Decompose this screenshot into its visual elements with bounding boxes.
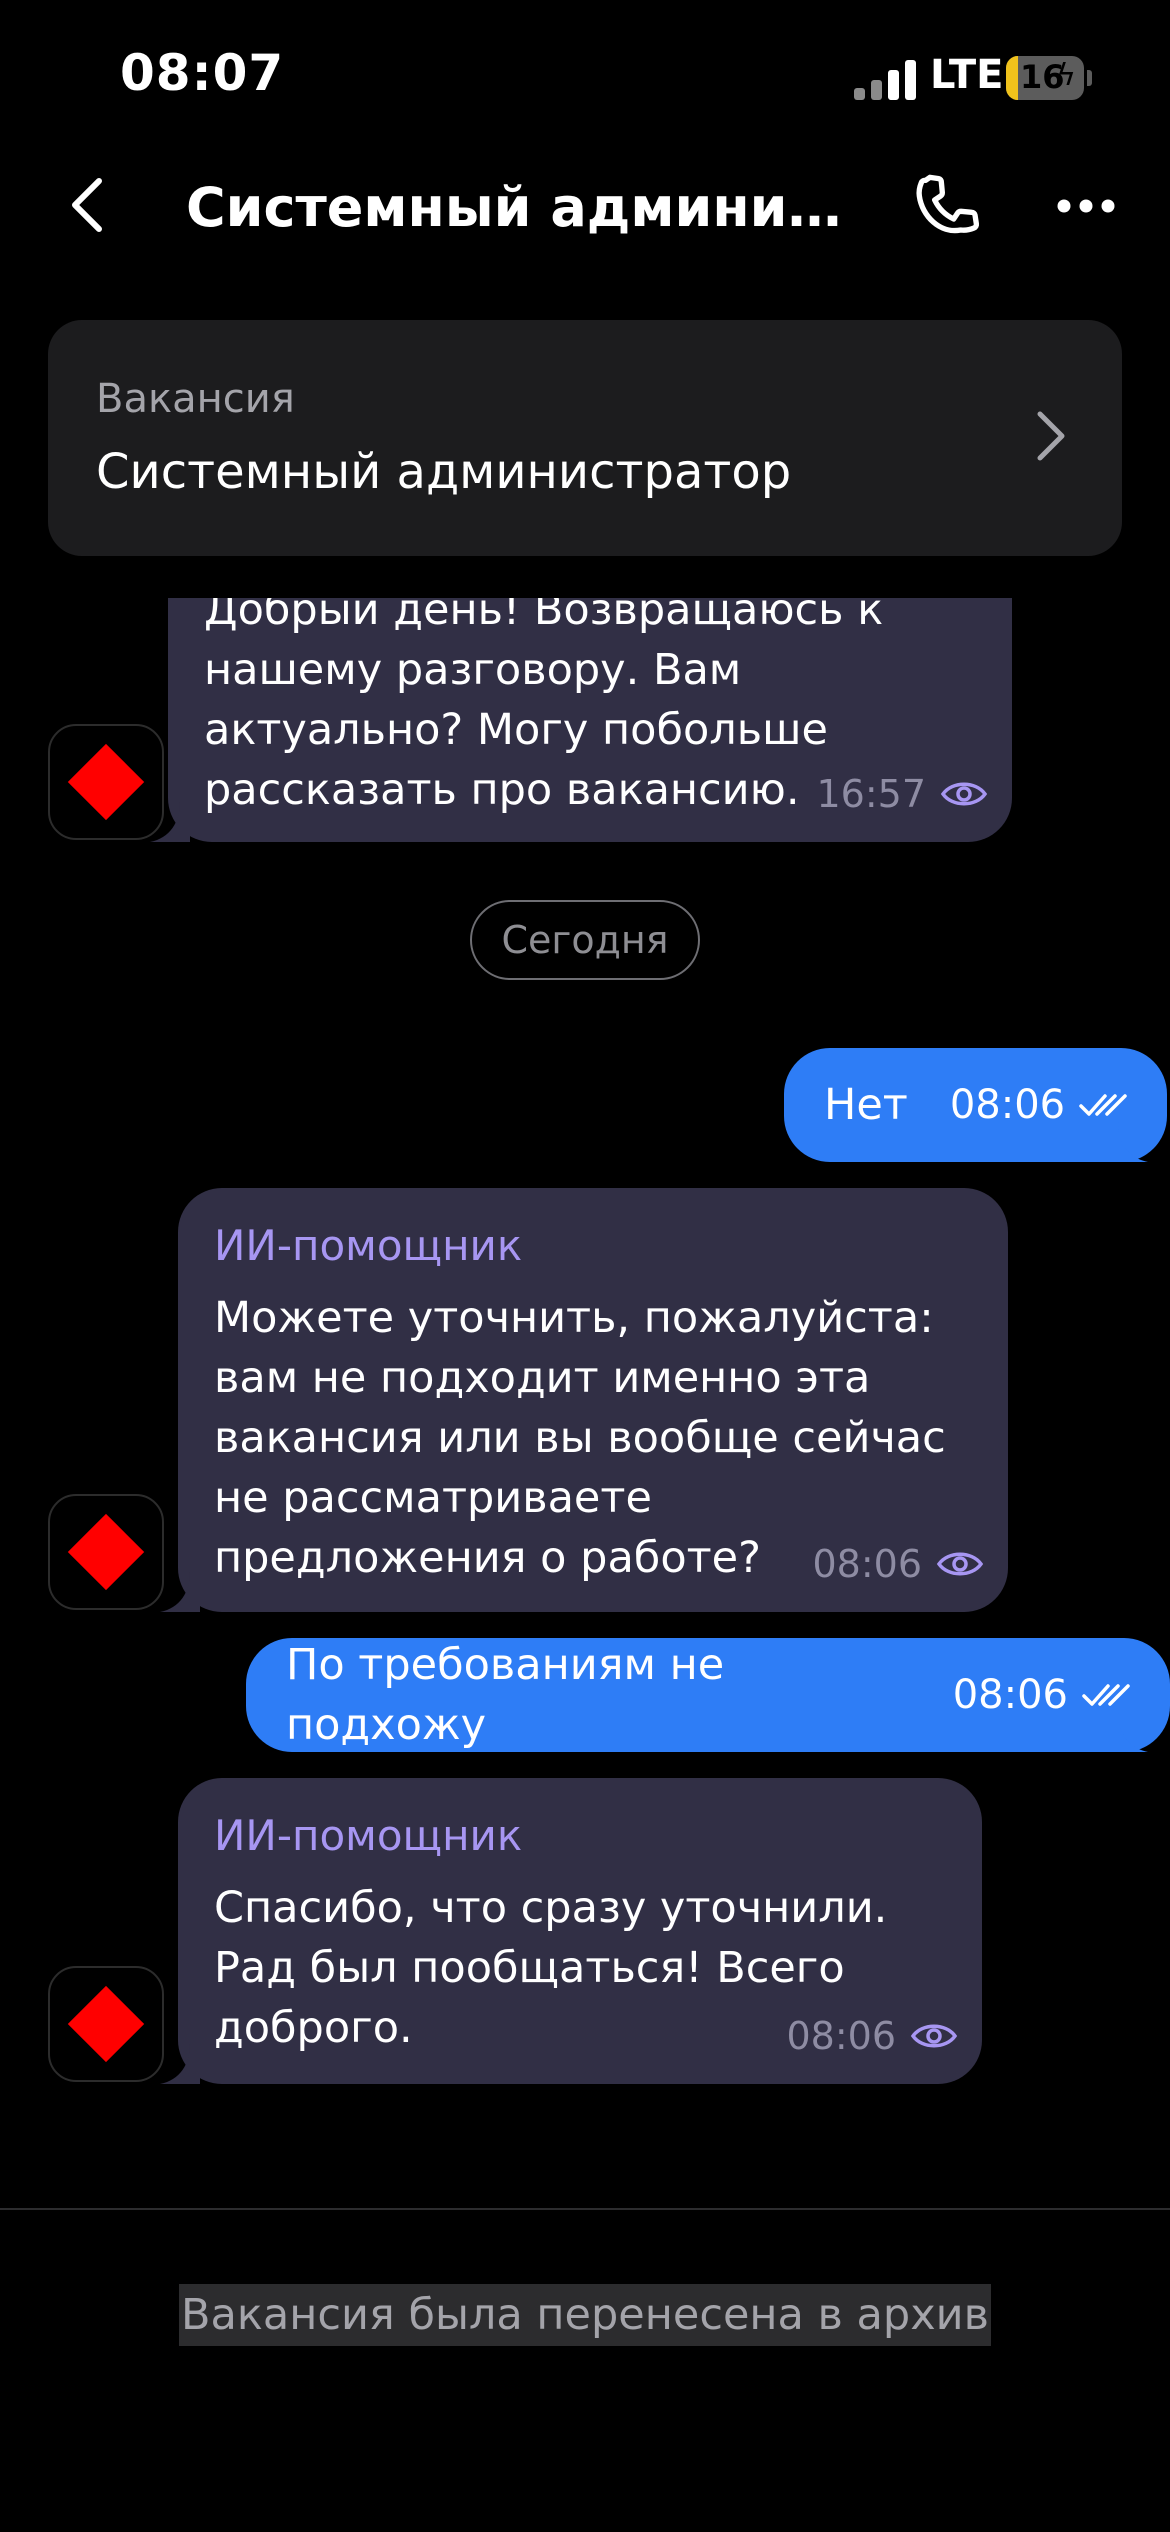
eye-icon <box>910 2024 958 2048</box>
chevron-left-icon <box>72 178 102 232</box>
bubble-tail <box>1108 1712 1148 1752</box>
diamond-logo-icon <box>67 1985 145 2063</box>
status-time: 08:07 <box>120 44 285 102</box>
sender-name: ИИ-помощник <box>214 1811 523 1860</box>
vacancy-title: Системный администратор <box>96 444 792 500</box>
battery-cap <box>1087 70 1092 86</box>
chat-title: Системный администратор <box>186 176 866 239</box>
message-text: Нет <box>824 1080 908 1130</box>
vacancy-card[interactable]: Вакансия Системный администратор <box>48 320 1122 556</box>
battery-icon: 16 ϟ <box>1006 56 1084 100</box>
bubble-tail <box>160 2044 200 2084</box>
vacancy-label: Вакансия <box>96 376 295 422</box>
network-type: LTE <box>930 52 1004 98</box>
message-bubble-outgoing[interactable]: По требованиям не подхожу 08:06 <box>246 1638 1170 1752</box>
avatar[interactable] <box>48 1966 164 2082</box>
double-check-icon <box>1079 1094 1127 1116</box>
more-options-button[interactable] <box>1046 176 1126 236</box>
bubble-tail <box>160 1572 200 1612</box>
message-bubble-incoming[interactable]: ИИ-помощник Спасибо, что сразу уточнили.… <box>178 1778 982 2084</box>
message-time: 08:06 <box>812 1542 922 1586</box>
date-separator: Сегодня <box>470 900 700 980</box>
divider <box>0 2208 1170 2210</box>
message-meta: 08:06 <box>786 2014 958 2058</box>
message-time: 08:06 <box>786 2014 896 2058</box>
chevron-right-icon <box>1037 411 1065 461</box>
phone-icon <box>916 174 980 234</box>
message-time: 08:06 <box>952 1672 1068 1718</box>
message-list[interactable]: Добрый день! Возвращаюсь к нашему разгов… <box>0 598 1170 2198</box>
battery-fill <box>1006 56 1019 100</box>
message-time: 08:06 <box>949 1082 1066 1128</box>
diamond-logo-icon <box>67 1513 145 1591</box>
message-meta: 08:06 <box>953 1672 1130 1718</box>
message-text: По требованиям не подхожу <box>286 1640 725 1750</box>
archive-notice-text: Вакансия была перенесена в архив <box>179 2284 991 2346</box>
bubble-tail <box>1108 1122 1148 1162</box>
eye-icon <box>936 1552 984 1576</box>
message-meta: 08:06 <box>812 1542 984 1586</box>
avatar[interactable] <box>48 1494 164 1610</box>
archive-notice: Вакансия была перенесена в архив <box>0 2284 1170 2346</box>
message-time: 16:57 <box>816 772 926 816</box>
charging-bolt-icon: ϟ <box>1056 58 1076 93</box>
avatar[interactable] <box>48 724 164 840</box>
more-dots-icon <box>1057 199 1115 213</box>
signal-icon <box>854 60 918 100</box>
message-meta: 16:57 <box>816 772 988 816</box>
eye-icon <box>940 782 988 806</box>
double-check-icon <box>1082 1684 1130 1706</box>
diamond-logo-icon <box>67 743 145 821</box>
message-bubble-incoming[interactable]: Добрый день! Возвращаюсь к нашему разгов… <box>168 598 1012 842</box>
sender-name: ИИ-помощник <box>214 1221 523 1270</box>
back-button[interactable] <box>52 170 122 240</box>
message-meta: 08:06 <box>950 1082 1127 1128</box>
call-button[interactable] <box>906 166 990 250</box>
message-bubble-incoming[interactable]: ИИ-помощник Можете уточнить, пожалуйста:… <box>178 1188 1008 1612</box>
